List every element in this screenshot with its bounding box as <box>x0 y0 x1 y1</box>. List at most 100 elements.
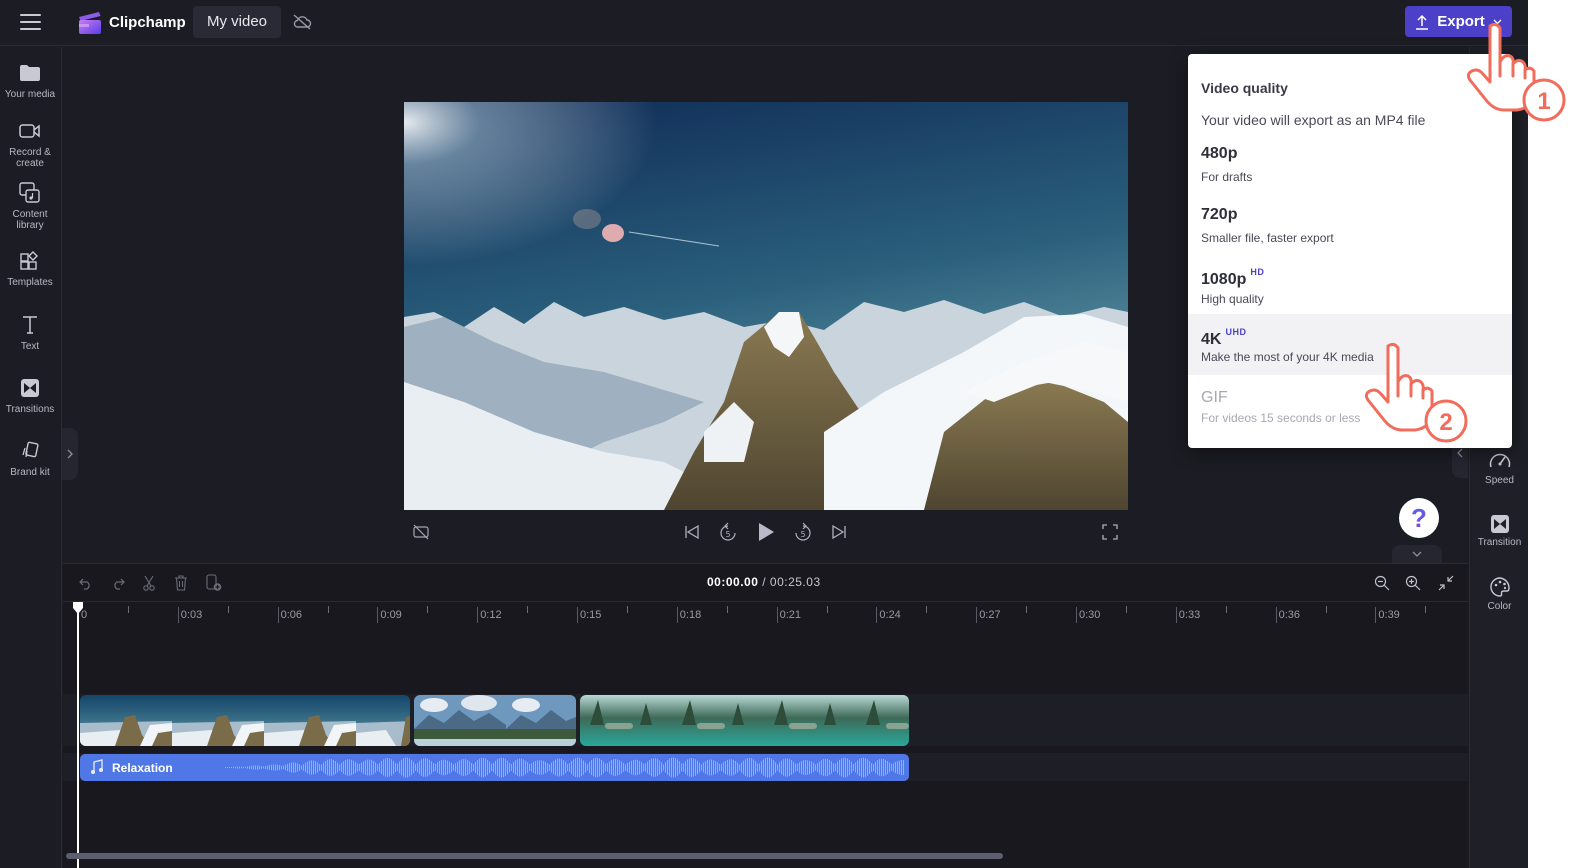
waveform-bar <box>279 765 280 770</box>
svg-text:5: 5 <box>800 530 805 539</box>
waveform-bar <box>343 761 344 774</box>
sidebar-label: Brand kit <box>10 467 50 478</box>
zoom-in-icon <box>1405 575 1421 591</box>
property-color[interactable]: Color <box>1470 576 1528 612</box>
waveform-bar <box>493 762 494 773</box>
export-option-480p[interactable]: 480p For drafts <box>1188 136 1512 197</box>
waveform-bar <box>723 762 724 773</box>
playhead-handle[interactable] <box>72 601 84 615</box>
toggle-captions-button[interactable] <box>409 520 433 544</box>
waveform-bar <box>291 762 292 773</box>
ruler-label: 0:18 <box>679 609 702 621</box>
ruler-label: 0:27 <box>979 609 1001 621</box>
waveform-bar <box>701 764 702 771</box>
zoom-in-button[interactable] <box>1402 572 1424 594</box>
sidebar-item-record-create[interactable]: Record & create <box>0 119 60 169</box>
waveform-bar <box>231 767 232 768</box>
waveform-bar <box>375 762 376 773</box>
video-clip[interactable] <box>80 695 410 746</box>
waveform-bar <box>307 761 308 774</box>
property-transition[interactable]: Transition <box>1470 514 1528 548</box>
forward-5-icon: 5 <box>795 522 811 541</box>
export-option-4k[interactable]: 4K UHD Make the most of your 4K media <box>1188 314 1512 375</box>
export-option-720p[interactable]: 720p Smaller file, faster export <box>1188 197 1512 258</box>
waveform-bar <box>369 759 370 776</box>
waveform-bar <box>771 758 772 777</box>
waveform-bar <box>323 762 324 773</box>
waveform-bar <box>793 761 794 774</box>
fullscreen-button[interactable] <box>1098 520 1122 544</box>
waveform-bar <box>295 762 296 773</box>
skip-to-start-button[interactable] <box>680 520 704 544</box>
waveform-bar <box>743 760 744 775</box>
waveform-bar <box>597 757 598 778</box>
waveform-bar <box>663 764 664 771</box>
waveform-bar <box>809 760 810 775</box>
sidebar-item-templates[interactable]: Templates <box>0 249 60 288</box>
video-clip[interactable] <box>580 695 909 746</box>
waveform-bar <box>385 758 386 777</box>
sidebar-item-content-library[interactable]: Content library <box>0 181 60 231</box>
waveform-bar <box>417 762 418 773</box>
waveform-bar <box>577 757 578 778</box>
undo-button[interactable] <box>75 572 97 594</box>
property-speed[interactable]: Speed <box>1470 450 1528 486</box>
rewind-5s-button[interactable]: 5 <box>716 520 740 544</box>
sidebar-item-transitions[interactable]: Transitions <box>0 376 60 415</box>
waveform-bar <box>229 767 230 768</box>
waveform-bar <box>857 760 858 775</box>
delete-button[interactable] <box>170 572 192 594</box>
ruler-major-tick <box>577 607 578 623</box>
expand-left-panel-button[interactable] <box>62 428 78 480</box>
playhead[interactable] <box>77 603 79 868</box>
waveform-bar <box>495 760 496 775</box>
forward-5s-button[interactable]: 5 <box>791 520 815 544</box>
redo-button[interactable] <box>107 572 129 594</box>
clipchamp-logo-icon <box>79 12 101 34</box>
waveform-bar <box>587 764 588 771</box>
add-media-button[interactable] <box>203 572 225 594</box>
waveform-bar <box>603 761 604 774</box>
zoom-out-button[interactable] <box>1371 572 1393 594</box>
waveform-bar <box>775 762 776 773</box>
waveform-bar <box>245 766 246 769</box>
video-clip[interactable] <box>414 695 576 746</box>
waveform-bar <box>839 759 840 776</box>
ruler-label: 0:39 <box>1378 609 1400 621</box>
waveform-bar <box>427 758 428 777</box>
menu-description: Your video will export as an MP4 file <box>1201 112 1426 128</box>
waveform-bar <box>483 757 484 778</box>
audio-clip[interactable]: Relaxation <box>80 754 909 781</box>
menu-icon[interactable] <box>20 14 41 30</box>
play-button[interactable] <box>754 520 778 544</box>
export-option-1080p[interactable]: 1080p HD High quality <box>1188 258 1512 319</box>
sidebar-item-text[interactable]: Text <box>0 313 60 352</box>
waveform-bar <box>497 759 498 776</box>
waveform-bar <box>541 760 542 775</box>
waveform-bar <box>863 757 864 778</box>
skip-to-end-button[interactable] <box>827 520 851 544</box>
ruler-label: 0:36 <box>1278 609 1301 621</box>
timeline: 00:00.00 / 00:25.03 0 0:03 0:06 0:09 0:12 0:1… <box>63 563 1468 868</box>
timeline-horizontal-scrollbar[interactable] <box>66 853 1003 859</box>
waveform-bar <box>395 762 396 773</box>
sidebar-item-your-media[interactable]: Your media <box>0 61 60 100</box>
cloud-off-icon[interactable] <box>286 6 318 38</box>
project-title[interactable]: My video <box>193 6 282 38</box>
waveform-bar <box>833 763 834 772</box>
fit-timeline-button[interactable] <box>1435 572 1457 594</box>
help-button[interactable]: ? <box>1399 498 1439 538</box>
timeline-ruler[interactable]: 0 0:03 0:06 0:09 0:12 0:15 0:18 0:21 0:24 0:27 0:3… <box>63 603 1468 627</box>
waveform-bar <box>613 759 614 776</box>
split-button[interactable] <box>138 572 160 594</box>
sidebar-item-brand-kit[interactable]: Brand kit <box>0 439 60 478</box>
export-option-gif[interactable]: GIF For videos 15 seconds or less <box>1188 375 1512 436</box>
waveform-bar <box>407 757 408 778</box>
export-button[interactable]: Export <box>1405 6 1512 37</box>
collapse-help-button[interactable] <box>1392 545 1442 563</box>
waveform-bar <box>757 763 758 772</box>
video-preview[interactable] <box>404 102 1128 510</box>
waveform-bar <box>265 766 266 769</box>
waveform-bar <box>873 763 874 772</box>
waveform-bar <box>815 764 816 771</box>
